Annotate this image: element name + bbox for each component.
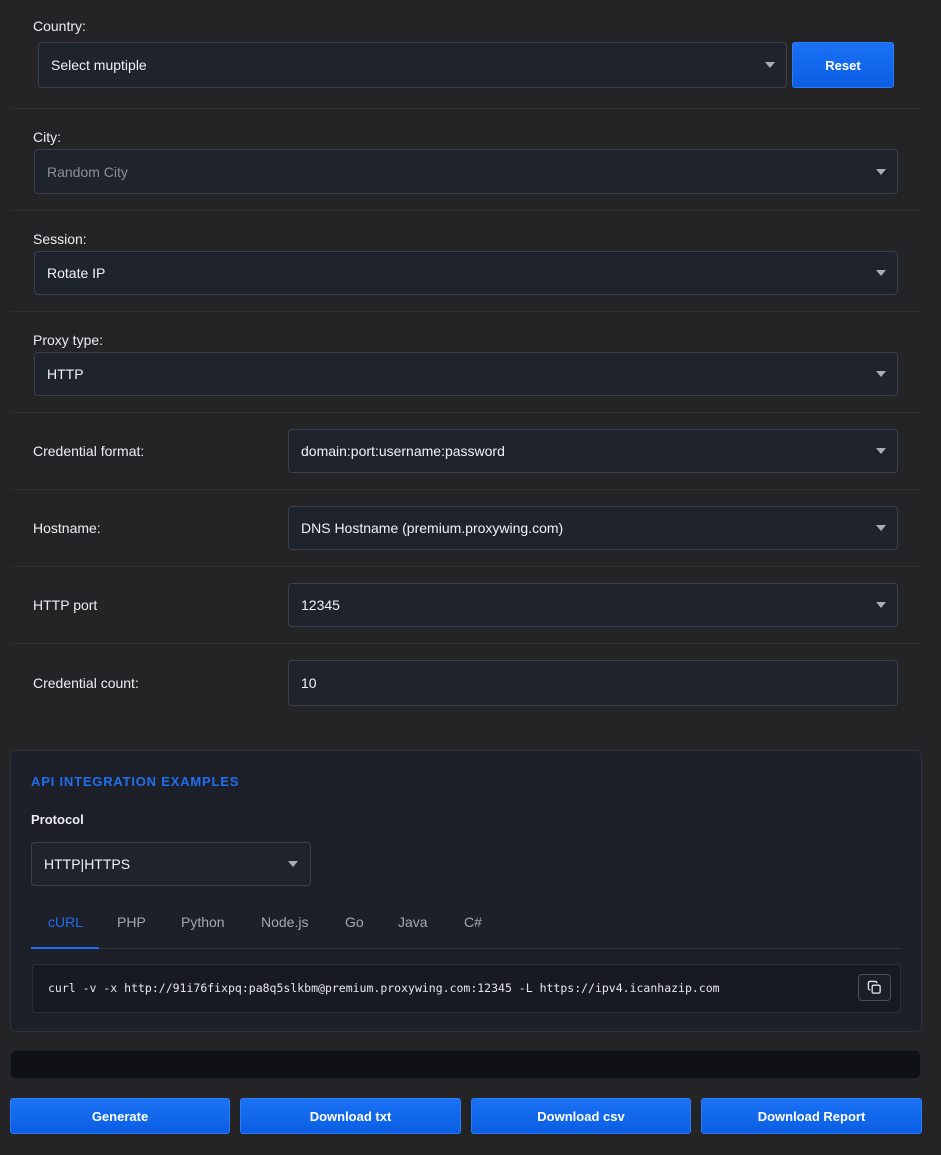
credential-count-value: 10 (301, 675, 317, 691)
credential-format-select[interactable]: domain:port:username:password (288, 429, 898, 473)
credential-count-input[interactable]: 10 (288, 660, 898, 706)
chevron-down-icon (876, 270, 886, 276)
tab-csharp[interactable]: C# (464, 914, 482, 930)
credential-count-label: Credential count: (33, 675, 139, 691)
chevron-down-icon (765, 62, 775, 68)
proxy-type-select-value: HTTP (47, 366, 84, 382)
country-select-value: Select muptiple (51, 57, 147, 73)
http-port-row: HTTP port 12345 (10, 567, 921, 644)
hostname-label: Hostname: (33, 520, 101, 536)
tab-java[interactable]: Java (398, 914, 428, 930)
city-label: City: (33, 129, 61, 145)
hostname-select-value: DNS Hostname (premium.proxywing.com) (301, 520, 564, 536)
country-select[interactable]: Select muptiple (38, 42, 787, 88)
proxy-type-label: Proxy type: (33, 332, 104, 348)
hostname-row: Hostname: DNS Hostname (premium.proxywin… (10, 490, 921, 567)
credential-count-row: Credential count: 10 (10, 644, 921, 724)
city-select-value: Random City (47, 163, 128, 180)
code-snippet: curl -v -x http://91i76fixpq:pa8q5slkbm@… (32, 964, 901, 1013)
http-port-label: HTTP port (33, 597, 98, 613)
proxy-type-row: Proxy type: HTTP (10, 312, 921, 413)
protocol-select[interactable]: HTTP|HTTPS (31, 842, 311, 886)
api-integration-panel: API INTEGRATION EXAMPLES Protocol HTTP|H… (10, 750, 922, 1032)
proxy-type-select[interactable]: HTTP (34, 352, 898, 396)
hostname-select[interactable]: DNS Hostname (premium.proxywing.com) (288, 506, 898, 550)
session-select[interactable]: Rotate IP (34, 251, 898, 295)
credential-format-row: Credential format: domain:port:username:… (10, 413, 921, 490)
chevron-down-icon (876, 525, 886, 531)
download-csv-button[interactable]: Download csv (471, 1098, 691, 1134)
chevron-down-icon (876, 371, 886, 377)
code-text: curl -v -x http://91i76fixpq:pa8q5slkbm@… (48, 981, 720, 995)
active-tab-indicator (31, 947, 99, 949)
chevron-down-icon (876, 448, 886, 454)
country-label: Country: (33, 18, 86, 34)
api-section-title: API INTEGRATION EXAMPLES (31, 774, 240, 789)
session-label: Session: (33, 231, 87, 247)
copy-button[interactable] (858, 974, 891, 1001)
download-report-button[interactable]: Download Report (701, 1098, 922, 1134)
tab-python[interactable]: Python (181, 914, 225, 930)
language-tabs: cURL PHP Python Node.js Go Java C# (31, 905, 902, 949)
http-port-select[interactable]: 12345 (288, 583, 898, 627)
credential-format-label: Credential format: (33, 443, 145, 459)
session-row: Session: Rotate IP (10, 211, 921, 312)
tab-curl[interactable]: cURL (48, 914, 83, 930)
reset-button[interactable]: Reset (792, 42, 894, 88)
session-select-value: Rotate IP (47, 265, 106, 281)
output-area[interactable] (10, 1050, 921, 1079)
country-row: Country: Select muptiple Reset (10, 0, 921, 109)
chevron-down-icon (876, 602, 886, 608)
download-txt-button[interactable]: Download txt (240, 1098, 461, 1134)
protocol-label: Protocol (31, 812, 84, 827)
generate-button[interactable]: Generate (10, 1098, 230, 1134)
tab-go[interactable]: Go (345, 914, 364, 930)
city-row: City: Random City (10, 109, 921, 211)
tab-nodejs[interactable]: Node.js (261, 914, 308, 930)
chevron-down-icon (876, 168, 886, 175)
city-select[interactable]: Random City (34, 149, 898, 194)
credential-format-select-value: domain:port:username:password (301, 443, 505, 459)
tab-php[interactable]: PHP (117, 914, 146, 930)
http-port-select-value: 12345 (301, 597, 340, 613)
protocol-select-value: HTTP|HTTPS (44, 856, 131, 872)
copy-icon (867, 980, 881, 994)
chevron-down-icon (288, 861, 298, 867)
